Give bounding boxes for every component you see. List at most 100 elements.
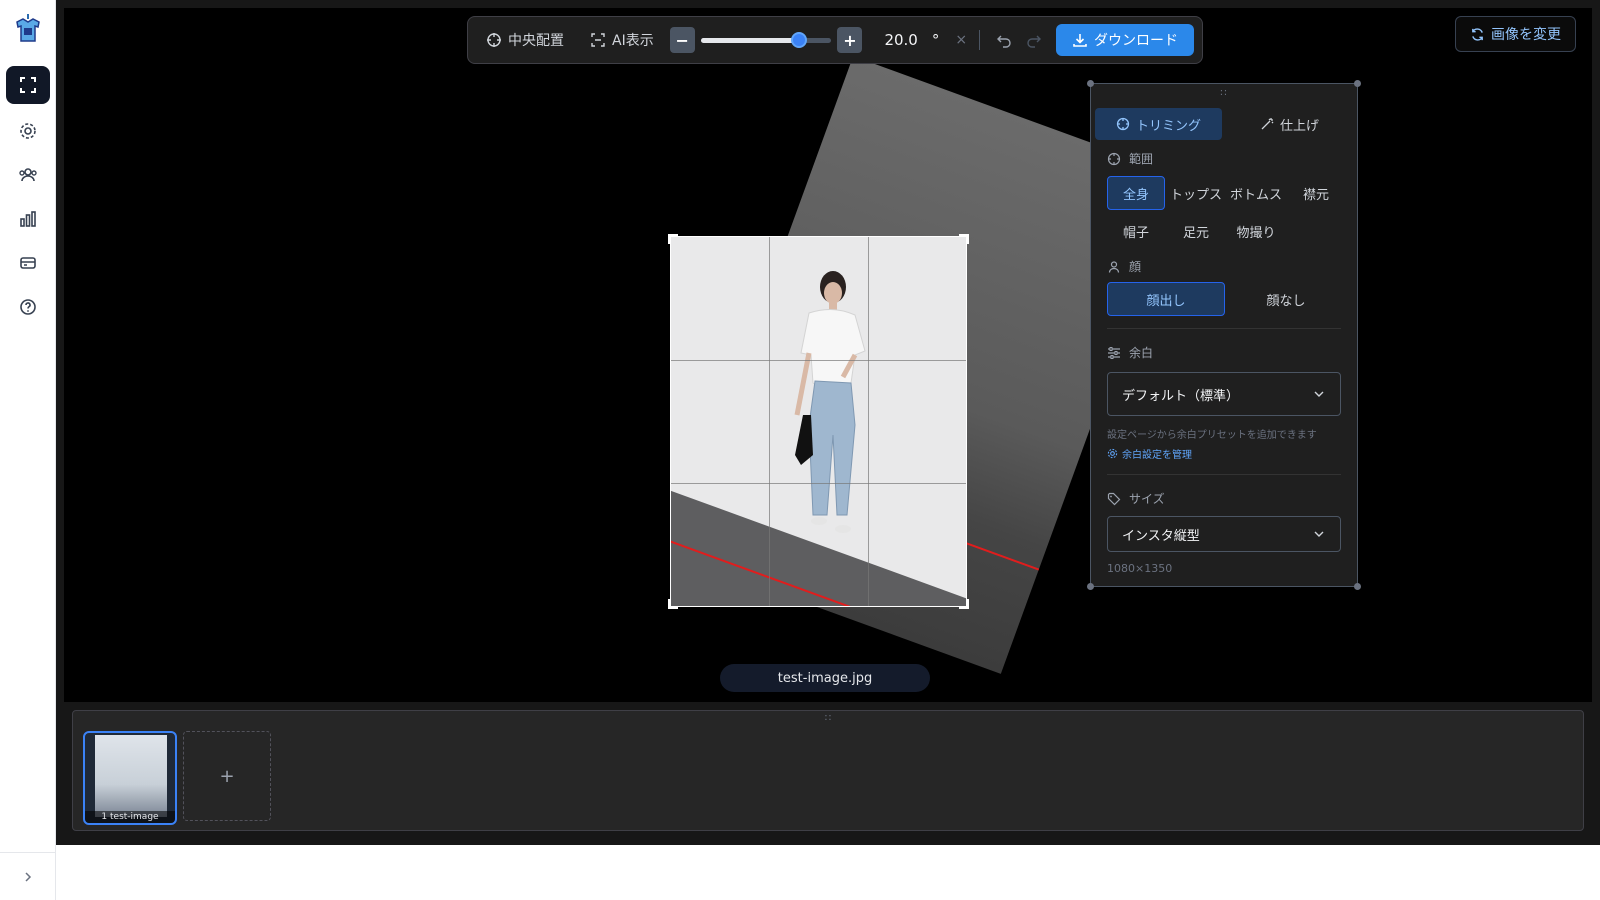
ai-view-button[interactable]: AI表示 bbox=[580, 24, 664, 56]
range-option-bottoms[interactable]: ボトムス bbox=[1227, 176, 1285, 210]
crop-grid-line bbox=[671, 483, 966, 484]
sidebar-item-analytics[interactable] bbox=[6, 200, 50, 238]
chevron-down-icon bbox=[1314, 531, 1324, 537]
rotate-increase-button[interactable]: + bbox=[837, 27, 863, 53]
undo-icon bbox=[996, 35, 1011, 48]
scan-icon bbox=[591, 33, 605, 47]
sidebar-item-billing[interactable] bbox=[6, 244, 50, 282]
help-icon bbox=[20, 299, 36, 315]
change-image-label: 画像を変更 bbox=[1491, 27, 1561, 43]
slider-thumb[interactable] bbox=[790, 32, 807, 48]
size-select[interactable]: インスタ縦型 bbox=[1107, 516, 1341, 552]
sidebar-item-settings[interactable] bbox=[6, 112, 50, 150]
panel-resize-handle[interactable] bbox=[1087, 80, 1094, 87]
rotation-slider[interactable] bbox=[700, 27, 832, 53]
center-button-label: 中央配置 bbox=[508, 33, 564, 49]
margin-select[interactable]: デフォルト（標準） bbox=[1107, 372, 1341, 416]
filename-label: test-image.jpg bbox=[720, 664, 930, 692]
crop-handle-top-right[interactable] bbox=[959, 234, 969, 244]
margin-heading: 余白 bbox=[1107, 344, 1153, 361]
range-option-product[interactable]: 物撮り bbox=[1227, 214, 1285, 248]
crosshair-icon bbox=[487, 33, 501, 47]
image-canvas[interactable]: test-image.jpg 中央配置 AI表示 − + 20.0 ° × ダウ… bbox=[64, 8, 1592, 702]
rotation-angle-unit: ° bbox=[931, 31, 940, 49]
face-option-show[interactable]: 顔出し bbox=[1107, 282, 1225, 316]
panel-drag-handle[interactable]: ∷ bbox=[1091, 88, 1357, 99]
app-root: test-image.jpg 中央配置 AI表示 − + 20.0 ° × ダウ… bbox=[0, 0, 1600, 900]
undo-button[interactable] bbox=[992, 32, 1016, 48]
chart-icon bbox=[20, 211, 36, 227]
margin-select-value: デフォルト（標準） bbox=[1122, 388, 1240, 404]
download-button[interactable]: ダウンロード bbox=[1055, 24, 1194, 56]
sliders-icon bbox=[1108, 346, 1120, 359]
thumbnail-image bbox=[95, 735, 167, 817]
trim-settings-panel: ∷ トリミング 仕上げ 範囲 全身 トップス ボトムス 襟元 帽子 足元 物撮り… bbox=[1087, 80, 1361, 590]
image-filmstrip: ∷ 1 test-image + bbox=[72, 710, 1584, 831]
range-heading: 範囲 bbox=[1107, 150, 1153, 167]
toolbar-divider bbox=[979, 30, 980, 50]
range-heading-label: 範囲 bbox=[1129, 152, 1154, 166]
card-icon bbox=[20, 257, 36, 269]
change-image-button[interactable]: 画像を変更 bbox=[1455, 16, 1576, 52]
editor-toolbar: 中央配置 AI表示 − + 20.0 ° × ダウンロード bbox=[467, 16, 1203, 64]
face-heading: 顔 bbox=[1107, 258, 1141, 275]
sidebar-expand-button[interactable] bbox=[0, 852, 56, 900]
margin-heading-label: 余白 bbox=[1129, 346, 1154, 360]
chevron-right-icon bbox=[25, 871, 32, 882]
thumbnail-label: 1 test-image bbox=[85, 811, 175, 823]
size-select-value: インスタ縦型 bbox=[1122, 528, 1200, 544]
gear-icon bbox=[1107, 448, 1118, 459]
tab-trimming-label: トリミング bbox=[1135, 118, 1201, 134]
fullscreen-icon bbox=[20, 77, 36, 93]
range-option-neckline[interactable]: 襟元 bbox=[1287, 176, 1345, 210]
add-image-button[interactable]: + bbox=[183, 731, 271, 821]
chevron-down-icon bbox=[1314, 391, 1324, 397]
tag-icon bbox=[1107, 492, 1121, 505]
filmstrip-thumbnail[interactable]: 1 test-image bbox=[83, 731, 177, 825]
crop-handle-bottom-left[interactable] bbox=[668, 599, 678, 609]
size-heading-label: サイズ bbox=[1129, 492, 1165, 506]
app-logo-icon[interactable] bbox=[14, 12, 42, 44]
range-option-tops[interactable]: トップス bbox=[1167, 176, 1225, 210]
range-option-hat[interactable]: 帽子 bbox=[1107, 214, 1165, 248]
section-divider bbox=[1107, 474, 1341, 475]
crosshair-icon bbox=[1107, 152, 1121, 165]
manage-margin-link[interactable]: 余白設定を管理 bbox=[1107, 446, 1192, 461]
crop-handle-top-left[interactable] bbox=[668, 234, 678, 244]
users-icon bbox=[19, 168, 37, 182]
center-button[interactable]: 中央配置 bbox=[476, 24, 574, 56]
editor-stage: test-image.jpg 中央配置 AI表示 − + 20.0 ° × ダウ… bbox=[56, 0, 1600, 845]
sidebar-item-users[interactable] bbox=[6, 156, 50, 194]
crosshair-icon bbox=[1116, 117, 1130, 131]
sidebar-item-trim[interactable] bbox=[6, 66, 50, 104]
tab-finishing[interactable]: 仕上げ bbox=[1226, 108, 1353, 140]
crop-grid-line bbox=[671, 360, 966, 361]
section-divider bbox=[1107, 328, 1341, 329]
rotation-angle-value[interactable]: 20.0 bbox=[884, 31, 917, 49]
range-option-feet[interactable]: 足元 bbox=[1167, 214, 1225, 248]
crop-handle-bottom-right[interactable] bbox=[959, 599, 969, 609]
crop-area[interactable] bbox=[670, 236, 967, 607]
tab-trimming[interactable]: トリミング bbox=[1095, 108, 1222, 140]
margin-hint: 設定ページから余白プリセットを追加できます bbox=[1107, 430, 1317, 441]
panel-resize-handle[interactable] bbox=[1354, 583, 1361, 590]
refresh-icon bbox=[1472, 27, 1483, 41]
redo-icon bbox=[1027, 35, 1041, 48]
filmstrip-drag-handle[interactable]: ∷ bbox=[73, 713, 1583, 724]
size-dimensions: 1080×1350 bbox=[1107, 562, 1173, 575]
range-option-full-body[interactable]: 全身 bbox=[1107, 176, 1165, 210]
crop-grid-line bbox=[769, 237, 770, 606]
rotate-decrease-button[interactable]: − bbox=[669, 27, 695, 53]
face-option-hide[interactable]: 顔なし bbox=[1227, 282, 1345, 316]
download-icon bbox=[1073, 34, 1087, 47]
gear-icon bbox=[20, 123, 36, 139]
sidebar bbox=[0, 0, 56, 900]
crop-grid-line bbox=[868, 237, 869, 606]
panel-resize-handle[interactable] bbox=[1354, 80, 1361, 87]
sidebar-item-help[interactable] bbox=[6, 288, 50, 326]
slider-fill bbox=[700, 38, 799, 43]
redo-button[interactable] bbox=[1022, 32, 1046, 48]
reset-rotation-button[interactable]: × bbox=[955, 32, 967, 48]
user-icon bbox=[1108, 260, 1120, 273]
panel-resize-handle[interactable] bbox=[1087, 583, 1094, 590]
